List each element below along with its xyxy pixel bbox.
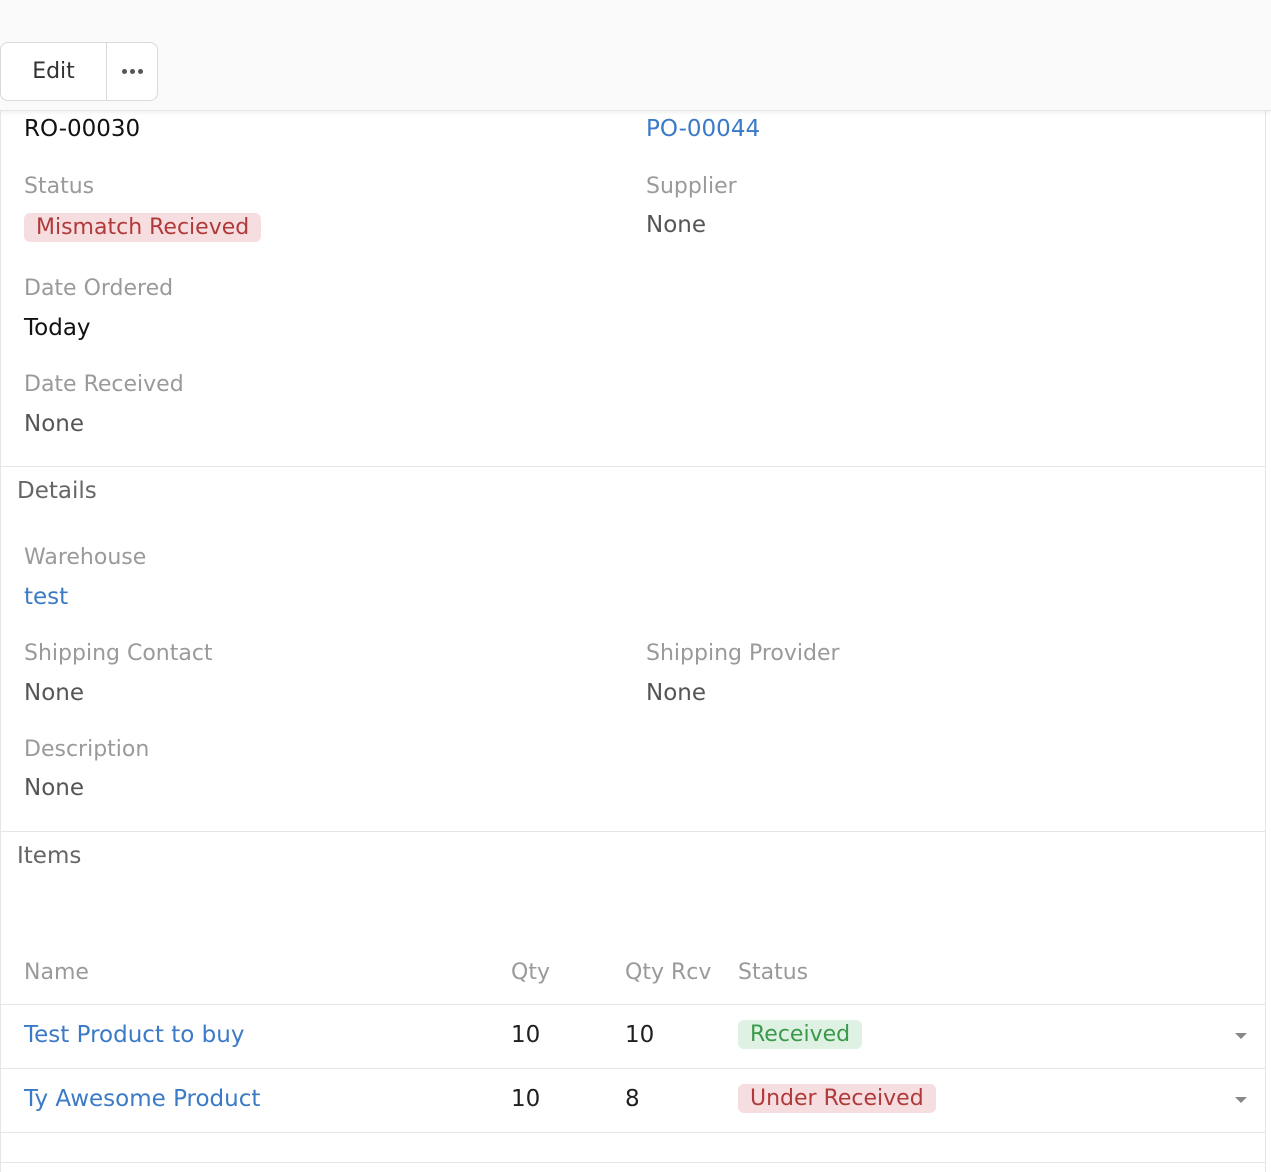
item-name-link[interactable]: Test Product to buy bbox=[24, 1022, 244, 1048]
item-status-badge: Received bbox=[738, 1020, 863, 1049]
row-expand-icon[interactable] bbox=[1235, 1097, 1247, 1103]
item-qty: 10 bbox=[511, 1086, 541, 1112]
action-button-group: Edit bbox=[0, 42, 158, 101]
item-qty: 10 bbox=[511, 1022, 541, 1048]
item-status: Received bbox=[738, 1020, 863, 1049]
row-expand-icon[interactable] bbox=[1235, 1033, 1247, 1039]
record-detail-panel: RO-00030 PO-00044 Status Mismatch Reciev… bbox=[0, 110, 1266, 1172]
description-label: Description bbox=[24, 737, 150, 762]
column-header-name: Name bbox=[24, 960, 89, 985]
items-section-title: Items bbox=[17, 843, 82, 869]
section-divider bbox=[1, 466, 1265, 467]
item-status-badge: Under Received bbox=[738, 1084, 936, 1113]
purchase-order-link[interactable]: PO-00044 bbox=[646, 116, 760, 142]
table-row[interactable]: Test Product to buy 10 10 Received bbox=[1, 1005, 1265, 1068]
supplier-label: Supplier bbox=[646, 174, 737, 199]
more-actions-button[interactable] bbox=[107, 43, 157, 100]
shipping-provider-label: Shipping Provider bbox=[646, 641, 840, 666]
warehouse-label: Warehouse bbox=[24, 545, 147, 570]
details-section-title: Details bbox=[17, 478, 97, 504]
more-horizontal-icon bbox=[121, 69, 143, 74]
column-header-status: Status bbox=[738, 960, 809, 985]
status-label: Status bbox=[24, 174, 95, 199]
date-received-value: None bbox=[24, 411, 85, 437]
item-qty-rcv: 10 bbox=[625, 1022, 655, 1048]
description-value: None bbox=[24, 775, 85, 801]
shipping-contact-label: Shipping Contact bbox=[24, 641, 213, 666]
shipping-provider-value: None bbox=[646, 680, 707, 706]
item-status: Under Received bbox=[738, 1084, 936, 1113]
date-ordered-value: Today bbox=[24, 315, 91, 341]
date-ordered-label: Date Ordered bbox=[24, 276, 174, 301]
status-badge: Mismatch Recieved bbox=[24, 213, 262, 242]
shipping-contact-value: None bbox=[24, 680, 85, 706]
record-id: RO-00030 bbox=[24, 116, 141, 142]
table-footer-divider bbox=[1, 1162, 1265, 1163]
table-row[interactable]: Ty Awesome Product 10 8 Under Received bbox=[1, 1069, 1265, 1132]
column-header-qty-rcv: Qty Rcv bbox=[625, 960, 712, 985]
section-divider bbox=[1, 831, 1265, 832]
supplier-value: None bbox=[646, 212, 707, 238]
column-header-qty: Qty bbox=[511, 960, 550, 985]
date-received-label: Date Received bbox=[24, 372, 184, 397]
top-toolbar: Edit bbox=[0, 0, 1271, 111]
edit-button[interactable]: Edit bbox=[1, 43, 107, 100]
item-qty-rcv: 8 bbox=[625, 1086, 640, 1112]
warehouse-link[interactable]: test bbox=[24, 584, 68, 610]
row-divider bbox=[1, 1132, 1265, 1133]
item-name-link[interactable]: Ty Awesome Product bbox=[24, 1086, 260, 1112]
status-field: Mismatch Recieved bbox=[24, 213, 262, 242]
